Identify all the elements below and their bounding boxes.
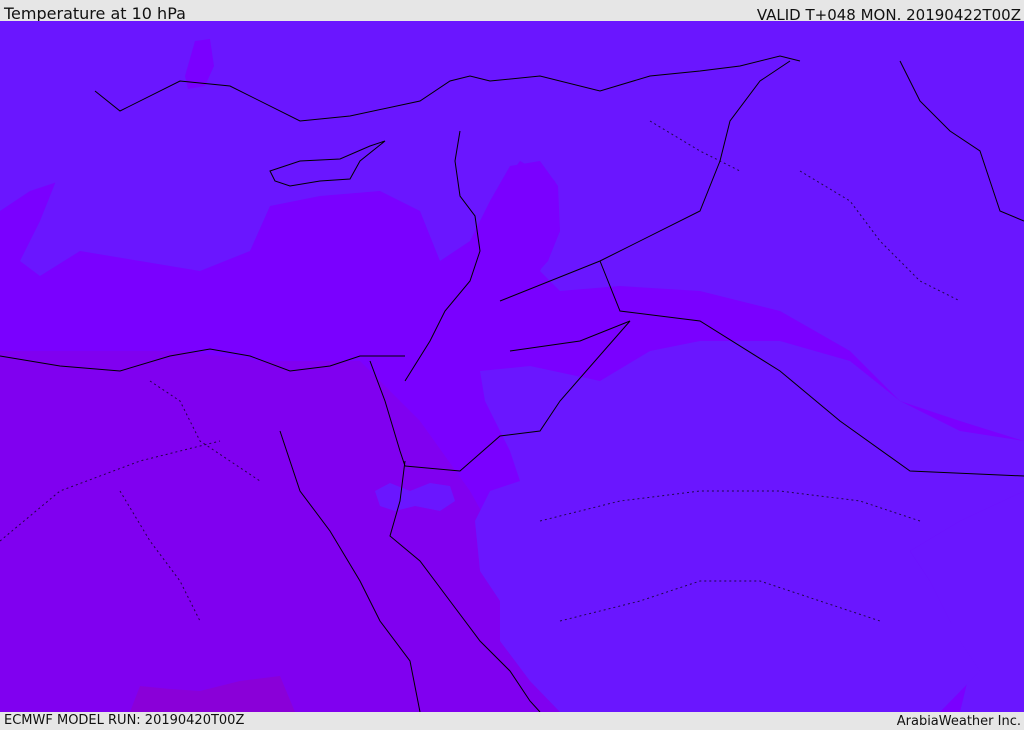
map-canvas[interactable]	[0, 21, 1024, 712]
header-bar: Temperature at 10 hPa VALID T+048 MON. 2…	[0, 0, 1024, 24]
model-run: ECMWF MODEL RUN: 20190420T00Z	[4, 713, 245, 728]
credit: ArabiaWeather Inc.	[896, 714, 1021, 729]
footer-bar: ECMWF MODEL RUN: 20190420T00Z ArabiaWeat…	[0, 712, 1024, 729]
temperature-map	[0, 21, 1024, 712]
